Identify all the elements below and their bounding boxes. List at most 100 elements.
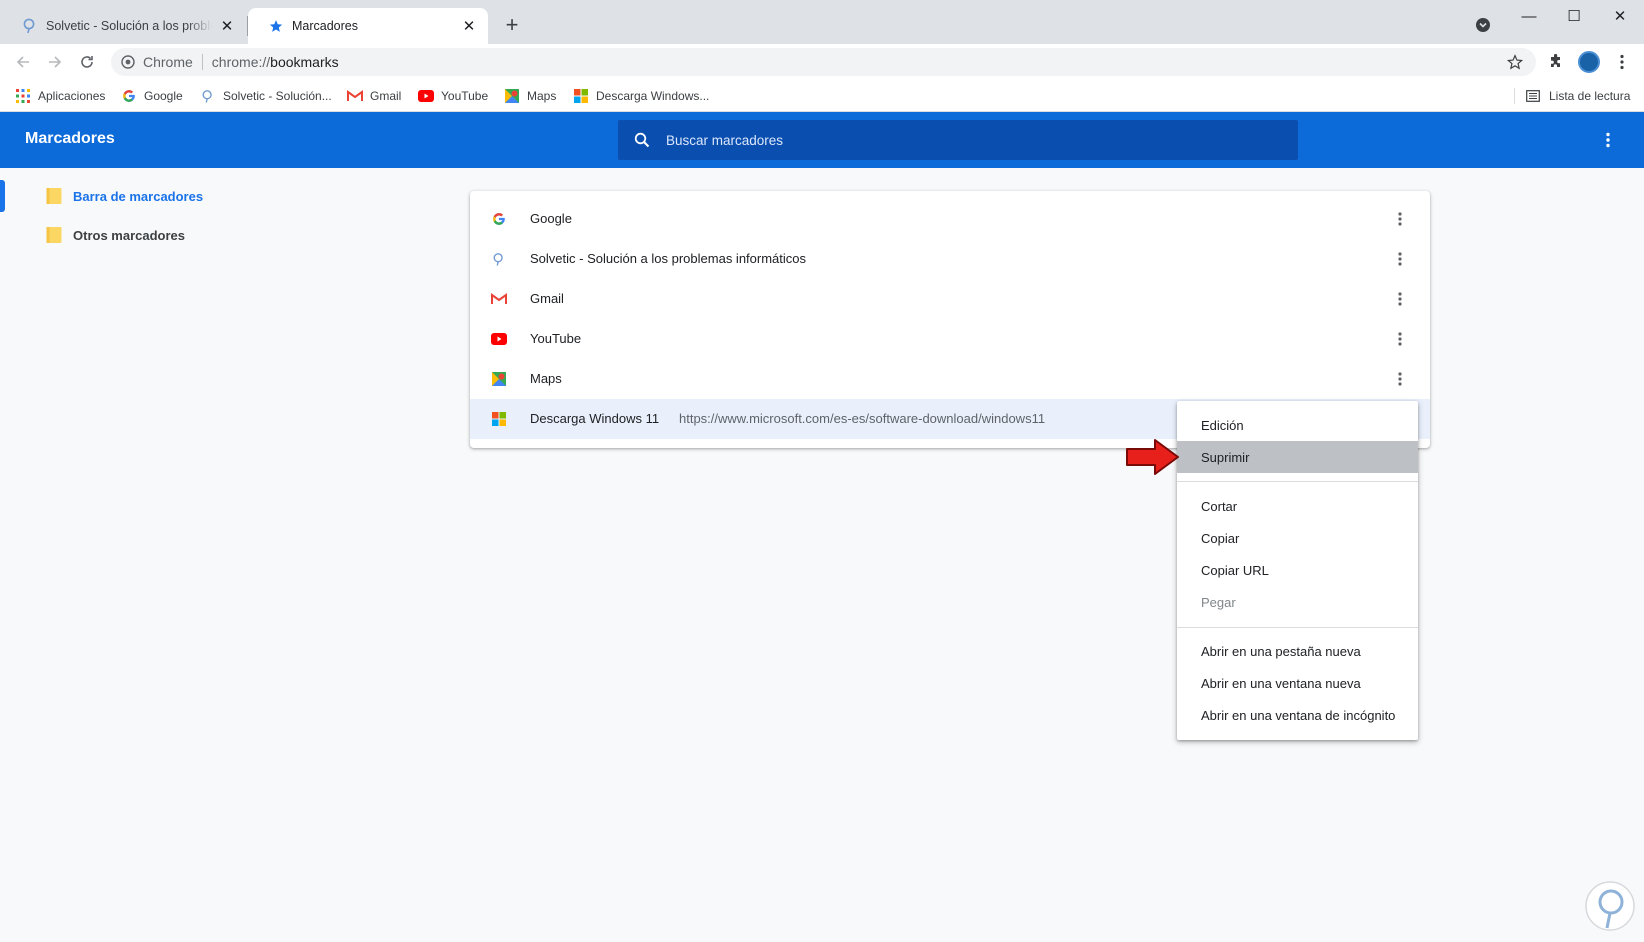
- menu-item-open-new-window[interactable]: Abrir en una ventana nueva: [1177, 667, 1418, 699]
- gmail-icon: [491, 291, 507, 307]
- star-icon: [268, 18, 284, 34]
- tab-search-icon[interactable]: [1473, 15, 1493, 35]
- bookmark-title: Google: [530, 211, 572, 226]
- menu-item-cut[interactable]: Cortar: [1177, 490, 1418, 522]
- youtube-icon: [491, 331, 507, 347]
- bookmark-title: Maps: [530, 371, 562, 386]
- reading-list-label: Lista de lectura: [1549, 89, 1631, 103]
- bookmark-bar-item-gmail[interactable]: Gmail: [347, 86, 401, 106]
- bookmark-title: Gmail: [530, 291, 564, 306]
- search-icon: [632, 130, 652, 150]
- bookmark-context-menu: Edición Suprimir Cortar Copiar Copiar UR…: [1177, 401, 1418, 740]
- omnibox-divider: [201, 54, 203, 70]
- bookmark-bar-item-apps[interactable]: Aplicaciones: [15, 86, 105, 106]
- more-actions-icon[interactable]: [1390, 329, 1410, 349]
- bookmark-title: Solvetic - Solución a los problemas info…: [530, 251, 807, 266]
- tab-title: Solvetic - Solución a los problemas info…: [46, 19, 212, 33]
- reload-icon: [81, 56, 93, 68]
- bookmark-bar-label: Aplicaciones: [38, 89, 106, 103]
- reload-button[interactable]: [75, 50, 99, 74]
- bookmark-bar-label: Descarga Windows...: [596, 89, 710, 103]
- folder-icon: [46, 227, 62, 243]
- windows-icon: [491, 411, 507, 427]
- bookmark-row-maps[interactable]: Maps: [470, 359, 1430, 399]
- bookmark-bar-label: Gmail: [370, 89, 402, 103]
- solvetic-icon: [22, 18, 38, 34]
- close-tab-icon[interactable]: ✕: [460, 17, 478, 35]
- maximize-button[interactable]: ☐: [1552, 6, 1596, 26]
- bookmark-star-icon[interactable]: [1506, 53, 1524, 71]
- extensions-puzzle-icon[interactable]: [1546, 52, 1566, 72]
- google-icon: [121, 88, 137, 104]
- bookmark-row-solvetic[interactable]: Solvetic - Solución a los problemas info…: [470, 239, 1430, 279]
- back-arrow-icon: [16, 56, 29, 68]
- bookmark-bar-item-youtube[interactable]: YouTube: [418, 86, 488, 106]
- bookmark-bar-label: Solvetic - Solución...: [223, 89, 332, 103]
- folder-icon: [46, 188, 62, 204]
- solvetic-watermark-icon: [1585, 881, 1635, 931]
- menu-item-open-new-tab[interactable]: Abrir en una pestaña nueva: [1177, 635, 1418, 667]
- youtube-icon: [418, 88, 434, 104]
- forward-button[interactable]: [43, 50, 67, 74]
- profile-avatar[interactable]: [1578, 51, 1600, 73]
- solvetic-icon: [491, 251, 507, 267]
- bookmark-row-google[interactable]: Google: [470, 199, 1430, 239]
- more-actions-icon[interactable]: [1390, 289, 1410, 309]
- menu-item-edit[interactable]: Edición: [1177, 409, 1418, 441]
- page-title: Marcadores: [25, 130, 115, 147]
- bookmark-bar-item-solvetic[interactable]: Solvetic - Solución...: [200, 86, 332, 106]
- bookmarks-bar-divider: [1514, 88, 1515, 104]
- bookmark-bar-label: Google: [144, 89, 183, 103]
- bookmark-row-youtube[interactable]: YouTube: [470, 319, 1430, 359]
- bookmark-bar-item-windows[interactable]: Descarga Windows...: [573, 86, 709, 106]
- site-label: Chrome: [143, 54, 193, 70]
- url-host: bookmarks: [270, 54, 339, 70]
- menu-divider: [1177, 627, 1418, 628]
- new-tab-button[interactable]: +: [500, 12, 524, 37]
- windows-icon: [573, 88, 589, 104]
- chrome-menu-icon[interactable]: [1612, 52, 1632, 72]
- more-actions-icon[interactable]: [1390, 209, 1410, 229]
- more-actions-icon[interactable]: [1390, 369, 1410, 389]
- bookmark-bar-item-google[interactable]: Google: [121, 86, 183, 106]
- close-tab-icon[interactable]: ✕: [218, 17, 236, 35]
- bookmarks-page-header: Marcadores: [0, 112, 1644, 168]
- more-actions-icon[interactable]: [1390, 249, 1410, 269]
- menu-divider: [1177, 481, 1418, 482]
- tab-strip: Solvetic - Solución a los problemas info…: [0, 0, 1644, 44]
- bookmark-title: YouTube: [530, 331, 582, 346]
- menu-item-copy[interactable]: Copiar: [1177, 522, 1418, 554]
- folder-label: Barra de marcadores: [73, 188, 204, 204]
- reading-list-button[interactable]: Lista de lectura: [1525, 86, 1630, 106]
- apps-grid-icon: [15, 88, 31, 104]
- forward-arrow-icon: [49, 56, 62, 68]
- organize-menu-icon[interactable]: [1598, 130, 1618, 150]
- menu-item-delete[interactable]: Suprimir: [1177, 441, 1418, 473]
- menu-item-copy-url[interactable]: Copiar URL: [1177, 554, 1418, 586]
- maps-icon: [504, 88, 520, 104]
- gmail-icon: [347, 88, 363, 104]
- menu-item-paste[interactable]: Pegar: [1177, 586, 1418, 618]
- tab-solvetic[interactable]: Solvetic - Solución a los problemas info…: [2, 8, 246, 44]
- search-input[interactable]: [666, 132, 1266, 148]
- bookmark-row-gmail[interactable]: Gmail: [470, 279, 1430, 319]
- search-bookmarks-box[interactable]: [618, 120, 1298, 160]
- bookmarks-bar: Aplicaciones Google Solvetic - Solución.…: [0, 80, 1644, 112]
- tab-marcadores[interactable]: Marcadores ✕: [248, 8, 488, 44]
- sidebar-folder-bookmarks-bar[interactable]: Barra de marcadores: [46, 184, 203, 208]
- reading-list-icon: [1525, 88, 1541, 104]
- bookmark-url: https://www.microsoft.com/es-es/software…: [679, 411, 1046, 426]
- bookmark-bar-label: Maps: [527, 89, 557, 103]
- sidebar-folder-other-bookmarks[interactable]: Otros marcadores: [46, 223, 185, 247]
- browser-toolbar: Chrome chrome://bookmarks: [0, 44, 1644, 80]
- address-bar[interactable]: Chrome chrome://bookmarks: [111, 48, 1536, 76]
- minimize-button[interactable]: —: [1507, 6, 1551, 26]
- bookmark-bar-item-maps[interactable]: Maps: [504, 86, 556, 106]
- selected-folder-indicator: [0, 180, 5, 212]
- annotation-arrow-icon: [1126, 439, 1179, 475]
- google-icon: [491, 211, 507, 227]
- solvetic-icon: [200, 88, 216, 104]
- close-window-button[interactable]: ✕: [1598, 6, 1642, 26]
- menu-item-open-incognito[interactable]: Abrir en una ventana de incógnito: [1177, 699, 1418, 731]
- back-button[interactable]: [11, 50, 35, 74]
